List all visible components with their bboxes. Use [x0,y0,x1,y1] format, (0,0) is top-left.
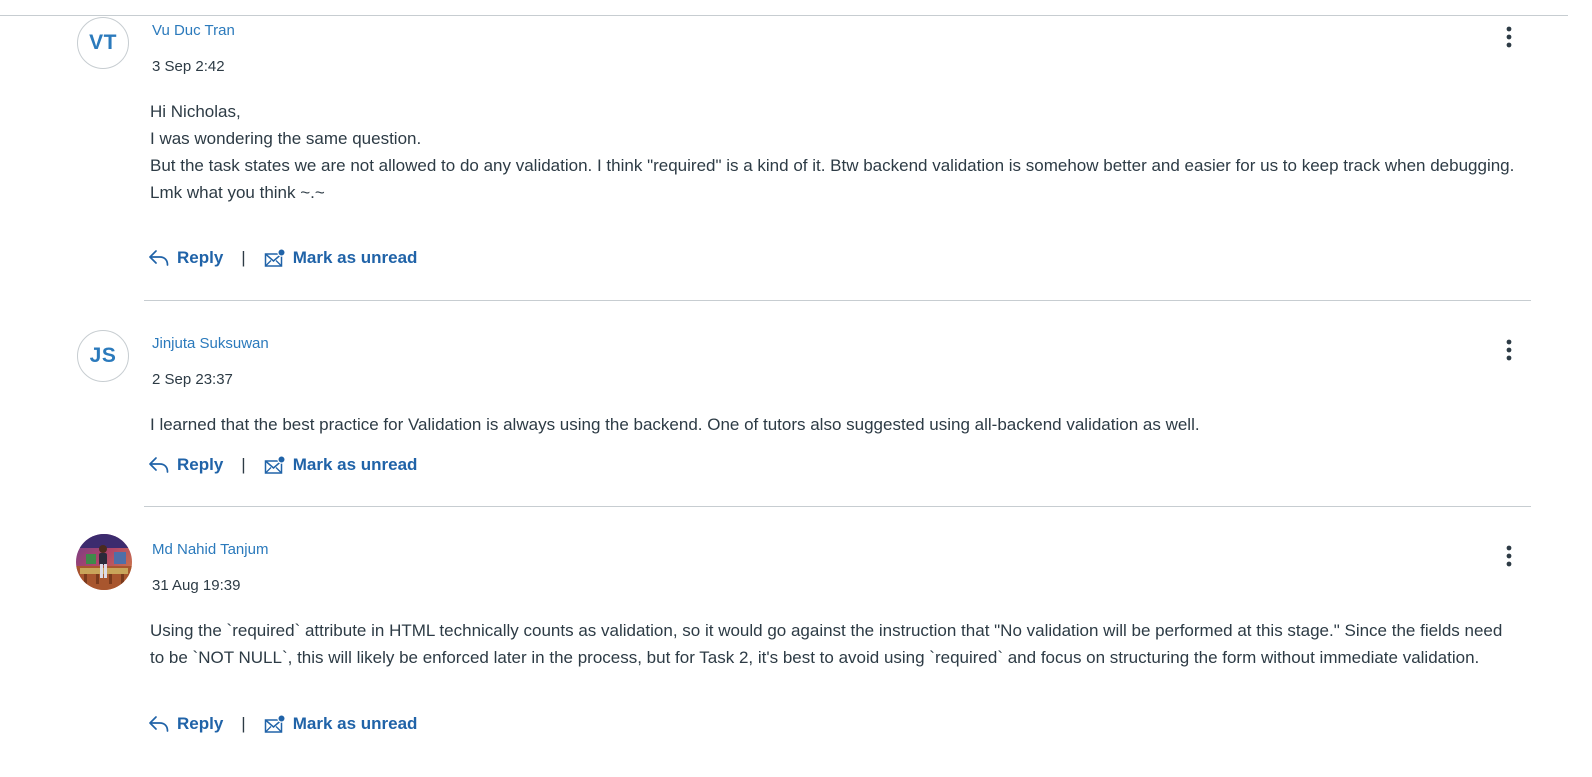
more-options-icon [1506,26,1512,48]
reply-button[interactable]: Reply [148,248,223,268]
post-body: Hi Nicholas, I was wondering the same qu… [150,98,1520,206]
mark-as-unread-button[interactable]: Mark as unread [264,714,418,734]
post-body-line: But the task states we are not allowed t… [150,156,1515,202]
mark-as-unread-button[interactable]: Mark as unread [264,455,418,475]
reply-label: Reply [177,455,224,474]
post-actions: Reply | Mark as unread [148,245,417,271]
reply-label: Reply [177,248,224,267]
post-body: Using the `required` attribute in HTML t… [150,617,1520,671]
entry-divider [144,300,1531,301]
envelope-unread-icon [264,248,286,267]
avatar-photo[interactable] [76,534,132,590]
post-body-line: I was wondering the same question. [150,129,422,148]
mark-as-unread-label: Mark as unread [292,455,418,474]
avatar[interactable]: JS [77,330,129,382]
reply-button[interactable]: Reply [148,714,223,734]
more-options-button[interactable] [1497,335,1521,365]
author-name[interactable]: Jinjuta Suksuwan [152,335,269,352]
action-separator: | [241,714,246,733]
post-actions: Reply | Mark as unread [148,452,417,478]
author-name[interactable]: Vu Duc Tran [152,22,235,39]
avatar[interactable]: VT [77,17,129,69]
user-photo-icon [76,534,132,590]
reply-arrow-icon [149,250,169,266]
reply-arrow-icon [149,457,169,473]
post-body-line: I learned that the best practice for Val… [150,415,1200,434]
post-body-line: Using the `required` attribute in HTML t… [150,621,1503,667]
reply-button[interactable]: Reply [148,455,223,475]
author-name[interactable]: Md Nahid Tanjum [152,541,268,558]
mark-as-unread-label: Mark as unread [292,714,418,733]
entry-divider [144,506,1531,507]
post-timestamp: 3 Sep 2:42 [152,58,225,75]
envelope-unread-icon [264,714,286,733]
action-separator: | [241,455,246,474]
more-options-button[interactable] [1497,22,1521,52]
envelope-unread-icon [264,455,286,474]
top-divider [0,15,1568,16]
more-options-icon [1506,545,1512,567]
post-body-line: Hi Nicholas, [150,102,241,121]
more-options-button[interactable] [1497,541,1521,571]
post-timestamp: 31 Aug 19:39 [152,577,241,594]
action-separator: | [241,248,246,267]
more-options-icon [1506,339,1512,361]
reply-arrow-icon [149,716,169,732]
post-body: I learned that the best practice for Val… [150,411,1520,438]
post-actions: Reply | Mark as unread [148,711,417,737]
mark-as-unread-button[interactable]: Mark as unread [264,248,418,268]
post-timestamp: 2 Sep 23:37 [152,371,233,388]
mark-as-unread-label: Mark as unread [292,248,418,267]
reply-label: Reply [177,714,224,733]
